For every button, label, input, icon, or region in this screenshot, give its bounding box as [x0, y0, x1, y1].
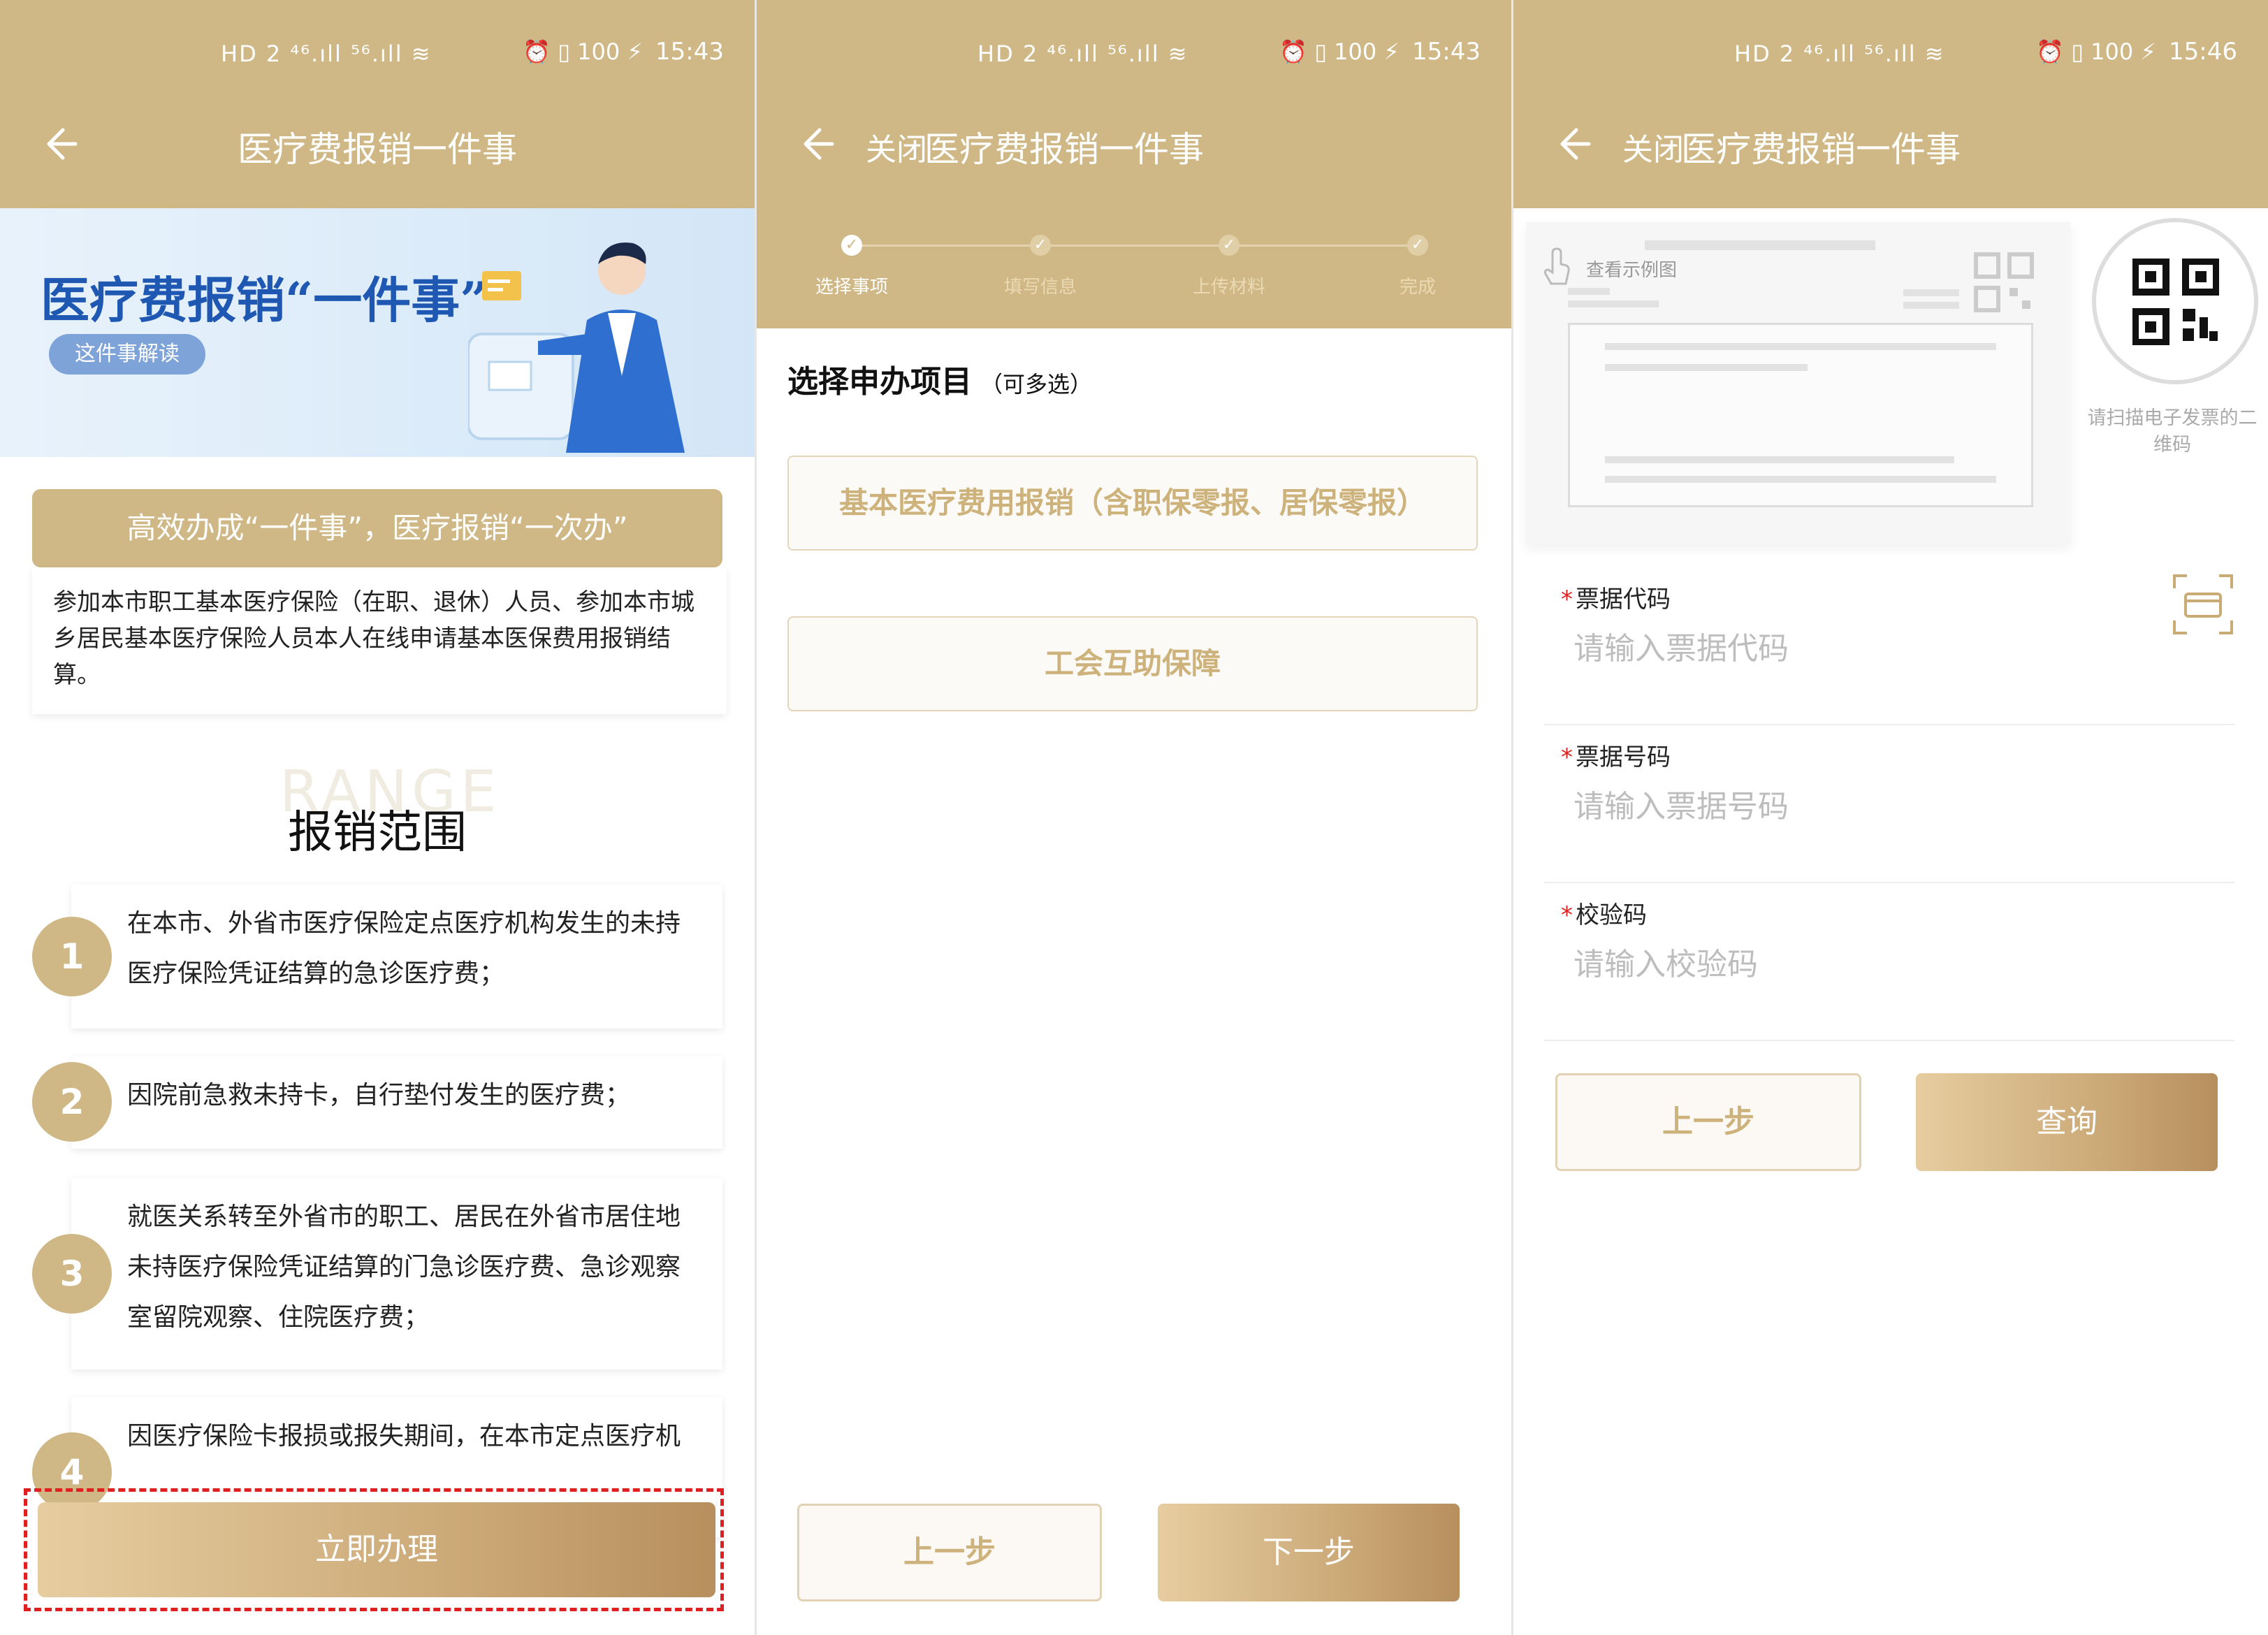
pick-note: （可多选） [980, 371, 1093, 398]
header-bar: HD 2 ⁴⁶.ıll ⁵⁶.ıll ≋ ⏰ ▯ 100 ⚡ 15:46 关闭 … [1513, 0, 2268, 208]
step-check-icon: ✓ [1407, 235, 1428, 256]
field-label: * 票据号码 [1561, 743, 1671, 771]
field-label-text: 票据代码 [1576, 586, 1671, 613]
sample-document [1568, 323, 2033, 507]
person-illustration [468, 242, 685, 453]
step-label: 完成 [1399, 277, 1436, 298]
option-union-mutual-aid[interactable]: 工会互助保障 [787, 616, 1478, 711]
screen-select-item: HD 2 ⁴⁶.ıll ⁵⁶.ıll ≋ ⏰ ▯ 100 ⚡ 15:43 关闭 … [757, 0, 1511, 1635]
qr-code-icon [2132, 259, 2219, 345]
scope-item-text: 就医关系转至外省市的职工、居民在外省市居住地未持医疗保险凭证结算的门急诊医疗费、… [127, 1202, 681, 1332]
previous-step-button[interactable]: 上一步 [797, 1504, 1102, 1601]
sample-hint: 查看示例图 [1586, 260, 1678, 281]
status-icons: ⏰ ▯ 100 ⚡ [1279, 38, 1400, 65]
pick-title: 选择申办项目 （可多选） [787, 356, 1092, 401]
scope-item: 因院前急救未持卡，自行垫付发生的医疗费； [71, 1056, 722, 1149]
option-basic-reimbursement[interactable]: 基本医疗费用报销（含职保零报、居保零报） [787, 456, 1478, 551]
scope-number: 2 [32, 1062, 112, 1142]
qr-caption: 请扫描电子发票的二维码 [2087, 407, 2258, 456]
sample-line [1568, 288, 1610, 295]
back-arrow-icon[interactable] [796, 123, 838, 165]
check-code-input[interactable] [1572, 939, 2148, 989]
field-label: * 校验码 [1561, 901, 1647, 929]
nav-bar: 医疗费报销一件事 [0, 117, 755, 180]
step-check-icon: ✓ [1030, 235, 1051, 256]
screen-intro: HD 2 ⁴⁶.ıll ⁵⁶.ıll ≋ ⏰ ▯ 100 ⚡ 15:43 医疗费… [0, 0, 755, 1635]
progress-steps: ✓ ✓ ✓ ✓ 选择事项 填写信息 上传材料 完成 [757, 208, 1511, 328]
scope-number: 1 [32, 917, 112, 996]
banner: 医疗费报销“一件事” 这件事解读 [0, 208, 755, 457]
banner-title: 医疗费报销“一件事” [41, 271, 488, 329]
status-time: 15:43 [1412, 38, 1481, 66]
sample-line [1605, 364, 1808, 371]
status-right: ⏰ ▯ 100 ⚡ 15:43 [1279, 38, 1481, 66]
nav-bar: 关闭 医疗费报销一件事 [757, 117, 1511, 180]
step-label: 上传材料 [1192, 277, 1265, 298]
previous-step-button[interactable]: 上一步 [1555, 1073, 1861, 1171]
status-time: 15:43 [655, 38, 724, 66]
steps-line [852, 245, 1416, 247]
header-bar: HD 2 ⁴⁶.ıll ⁵⁶.ıll ≋ ⏰ ▯ 100 ⚡ 15:43 关闭 … [757, 0, 1511, 208]
interpretation-button[interactable]: 这件事解读 [49, 334, 205, 375]
status-bar: HD 2 ⁴⁶.ıll ⁵⁶.ıll ≋ ⏰ ▯ 100 ⚡ 15:46 [1513, 34, 2268, 75]
scope-number: 3 [32, 1234, 112, 1314]
scope-item-text: 在本市、外省市医疗保险定点医疗机构发生的未持医疗保险凭证结算的急诊医疗费； [127, 909, 681, 988]
field-label: * 票据代码 [1561, 586, 1671, 613]
pick-title-text: 选择申办项目 [787, 364, 972, 400]
hand-pointer-icon [1544, 247, 1570, 285]
sample-line [1605, 456, 1954, 463]
sample-line [1605, 343, 1996, 350]
status-time: 15:46 [2169, 38, 2237, 66]
scope-item-text: 因医疗保险卡报损或报失期间，在本市定点医疗机 [127, 1422, 681, 1451]
status-right: ⏰ ▯ 100 ⚡ 15:46 [2036, 38, 2237, 66]
step-check-icon: ✓ [841, 235, 862, 256]
apply-now-button[interactable]: 立即办理 [38, 1502, 715, 1597]
status-bar: HD 2 ⁴⁶.ıll ⁵⁶.ıll ≋ ⏰ ▯ 100 ⚡ 15:43 [757, 34, 1511, 75]
headline-bar: 高效办成“一件事”，医疗报销“一次办” [32, 489, 722, 567]
scope-item: 在本市、外省市医疗保险定点医疗机构发生的未持医疗保险凭证结算的急诊医疗费； [71, 885, 722, 1029]
step-check-icon: ✓ [1219, 235, 1240, 256]
nav-bar: 关闭 医疗费报销一件事 [1513, 117, 2268, 180]
sample-line [1903, 302, 1959, 309]
sample-line [1645, 240, 1875, 250]
intro-text: 参加本市职工基本医疗保险（在职、退休）人员、参加本市城乡居民基本医疗保险人员本人… [32, 567, 727, 714]
step-label: 填写信息 [1003, 277, 1077, 298]
sample-line [1605, 476, 1996, 483]
sample-line [1903, 289, 1959, 296]
screen-invoice-info: HD 2 ⁴⁶.ıll ⁵⁶.ıll ≋ ⏰ ▯ 100 ⚡ 15:46 关闭 … [1513, 0, 2268, 1635]
qr-scan-button[interactable] [2092, 218, 2258, 384]
invoice-number-field: * 票据号码 [1544, 724, 2234, 883]
next-step-button[interactable]: 下一步 [1158, 1504, 1460, 1601]
scan-icon[interactable] [2172, 573, 2234, 636]
field-label-text: 票据号码 [1576, 743, 1671, 771]
sample-line [1568, 300, 1659, 307]
close-button[interactable]: 关闭 [866, 124, 927, 169]
sample-invoice-image[interactable]: 查看示例图 [1526, 222, 2071, 545]
step-label: 选择事项 [815, 277, 888, 298]
page-title: 医疗费报销一件事 [238, 129, 517, 170]
page-title: 医疗费报销一件事 [1681, 129, 1961, 170]
field-label-text: 校验码 [1576, 901, 1647, 929]
status-icons: ⏰ ▯ 100 ⚡ [2036, 38, 2156, 65]
invoice-code-input[interactable] [1572, 623, 2148, 674]
sample-qr-icon [1974, 252, 2034, 312]
status-icons: ⏰ ▯ 100 ⚡ [523, 38, 643, 65]
check-code-field: * 校验码 [1544, 882, 2234, 1041]
query-button[interactable]: 查询 [1916, 1073, 2218, 1171]
close-button[interactable]: 关闭 [1622, 124, 1684, 169]
invoice-code-field: * 票据代码 [1544, 566, 2234, 725]
status-signal: HD 2 ⁴⁶.ıll ⁵⁶.ıll ≋ [977, 41, 1188, 67]
invoice-number-input[interactable] [1572, 781, 2148, 831]
back-arrow-icon[interactable] [1553, 123, 1594, 165]
header-bar: HD 2 ⁴⁶.ıll ⁵⁶.ıll ≋ ⏰ ▯ 100 ⚡ 15:43 医疗费… [0, 0, 755, 208]
status-signal: HD 2 ⁴⁶.ıll ⁵⁶.ıll ≋ [221, 41, 432, 67]
scope-item: 就医关系转至外省市的职工、居民在外省市居住地未持医疗保险凭证结算的门急诊医疗费、… [71, 1178, 722, 1369]
section-title: 报销范围 [288, 807, 467, 859]
page-title: 医疗费报销一件事 [924, 129, 1204, 170]
status-signal: HD 2 ⁴⁶.ıll ⁵⁶.ıll ≋ [1734, 41, 1945, 67]
status-right: ⏰ ▯ 100 ⚡ 15:43 [523, 38, 724, 66]
status-bar: HD 2 ⁴⁶.ıll ⁵⁶.ıll ≋ ⏰ ▯ 100 ⚡ 15:43 [0, 34, 755, 75]
scope-item-text: 因院前急救未持卡，自行垫付发生的医疗费； [127, 1081, 631, 1110]
